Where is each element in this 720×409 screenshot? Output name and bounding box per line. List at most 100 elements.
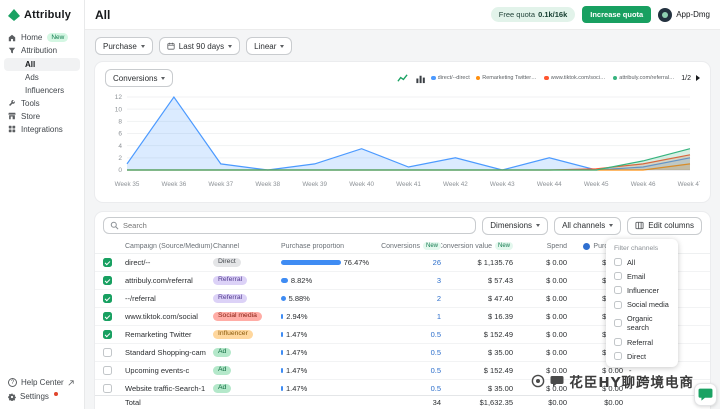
notification-dot bbox=[54, 392, 58, 396]
sidebar-item-label: Attribution bbox=[21, 46, 57, 55]
proportion-cell: 1.47% bbox=[281, 366, 379, 375]
row-checkbox[interactable] bbox=[103, 348, 112, 357]
conversion-value-cell: $ 47.40 bbox=[441, 294, 513, 303]
campaign-cell: Remarketing Twitter bbox=[125, 330, 213, 339]
channel-option-all[interactable]: All bbox=[606, 255, 678, 269]
new-badge: New bbox=[423, 242, 441, 250]
row-checkbox[interactable] bbox=[103, 312, 112, 321]
option-checkbox[interactable] bbox=[614, 338, 622, 346]
option-checkbox[interactable] bbox=[614, 352, 622, 360]
svg-text:10: 10 bbox=[115, 106, 123, 113]
bar-chart-icon[interactable] bbox=[413, 71, 427, 85]
increase-quota-button[interactable]: Increase quota bbox=[582, 6, 651, 23]
channel-badge: Ad bbox=[213, 366, 231, 376]
col-purchase-proportion[interactable]: Purchase proportion bbox=[281, 243, 379, 250]
model-select[interactable]: Linear bbox=[246, 37, 292, 55]
row-checkbox[interactable] bbox=[103, 276, 112, 285]
col-spend[interactable]: Spend bbox=[513, 243, 567, 250]
new-badge: New bbox=[495, 242, 513, 250]
col-campaign[interactable]: Campaign (Source/Medium) bbox=[125, 243, 213, 250]
proportion-cell: 1.47% bbox=[281, 330, 379, 339]
channel-filter-dropdown: Filter channels AllEmailInfluencerSocial… bbox=[606, 239, 678, 367]
dropdown-header: Filter channels bbox=[606, 243, 678, 255]
search-input[interactable] bbox=[123, 221, 469, 230]
channel-badge: Referral bbox=[213, 276, 247, 286]
legend-item[interactable]: direct/--direct bbox=[431, 75, 470, 81]
channel-option-social-media[interactable]: Social media bbox=[606, 298, 678, 312]
sidebar-item-settings[interactable]: Settings bbox=[8, 392, 76, 401]
conversion-value-cell: $ 152.49 bbox=[441, 330, 513, 339]
conversions-link[interactable]: 0.5 bbox=[431, 348, 441, 357]
edit-columns-button[interactable]: Edit columns bbox=[627, 217, 702, 235]
legend-item[interactable]: Remarketing Twitter-influencer bbox=[476, 75, 539, 81]
channels-select[interactable]: All channels bbox=[554, 217, 621, 235]
conversions-link[interactable]: 26 bbox=[433, 258, 441, 267]
sidebar-item-store[interactable]: Store bbox=[0, 110, 84, 123]
proportion-cell: 76.47% bbox=[281, 258, 379, 267]
option-checkbox[interactable] bbox=[614, 286, 622, 294]
conversions-link[interactable]: 0.5 bbox=[431, 330, 441, 339]
option-checkbox[interactable] bbox=[614, 319, 622, 327]
row-checkbox[interactable] bbox=[103, 384, 112, 393]
sidebar-item-influencers[interactable]: Influencers bbox=[0, 84, 84, 97]
chat-bubble-button[interactable] bbox=[694, 383, 717, 406]
channel-option-organic-search[interactable]: Organic search bbox=[606, 312, 678, 335]
sidebar-item-integrations[interactable]: Integrations bbox=[0, 123, 84, 136]
new-badge: New bbox=[47, 33, 68, 42]
total-conversion-value: $1,632.35 bbox=[441, 398, 513, 407]
legend-next-icon[interactable] bbox=[696, 75, 700, 81]
account-menu[interactable]: App-Dmg bbox=[658, 8, 710, 22]
svg-text:Week 40: Week 40 bbox=[349, 181, 374, 188]
sidebar-item-attribution[interactable]: Attribution bbox=[0, 44, 84, 57]
app-logo[interactable]: Attribuly bbox=[0, 0, 84, 28]
conversion-value-cell: $ 1,135.76 bbox=[441, 258, 513, 267]
columns-icon bbox=[635, 221, 644, 230]
legend-label: www.tiktok.com/social-sm bbox=[551, 75, 607, 81]
conversion-value-cell: $ 16.39 bbox=[441, 312, 513, 321]
sidebar-item-help-center[interactable]: ? Help Center bbox=[8, 378, 76, 387]
svg-text:Week 45: Week 45 bbox=[584, 181, 609, 188]
conversions-link[interactable]: 0.5 bbox=[431, 384, 441, 393]
proportion-bar bbox=[281, 386, 283, 391]
search-box bbox=[103, 217, 476, 234]
channel-option-influencer[interactable]: Influencer bbox=[606, 283, 678, 297]
sidebar-item-home[interactable]: Home New bbox=[0, 31, 84, 44]
legend-dot-icon bbox=[476, 76, 481, 81]
row-checkbox[interactable] bbox=[103, 294, 112, 303]
campaign-cell: attribuly.com/referral bbox=[125, 276, 213, 285]
proportion-bar bbox=[281, 332, 283, 337]
dimensions-select[interactable]: Dimensions bbox=[482, 217, 548, 235]
chevron-down-icon bbox=[228, 45, 232, 48]
option-checkbox[interactable] bbox=[614, 272, 622, 280]
sidebar-item-label: Help Center bbox=[21, 378, 64, 387]
date-range-select[interactable]: Last 90 days bbox=[159, 37, 240, 55]
conversions-link[interactable]: 0.5 bbox=[431, 366, 441, 375]
row-checkbox[interactable] bbox=[103, 366, 112, 375]
chart-card: Conversions direct/--direct Remarketing T… bbox=[95, 62, 710, 202]
sidebar-item-all[interactable]: All bbox=[4, 58, 80, 71]
sidebar-item-ads[interactable]: Ads bbox=[0, 72, 84, 85]
line-chart-icon[interactable] bbox=[395, 71, 409, 85]
metric-select[interactable]: Purchase bbox=[95, 37, 153, 55]
option-checkbox[interactable] bbox=[614, 301, 622, 309]
attribution-funnel-icon bbox=[8, 47, 16, 55]
sidebar-item-tools[interactable]: Tools bbox=[0, 97, 84, 110]
campaign-cell: www.tiktok.com/social bbox=[125, 312, 213, 321]
messenger-icon bbox=[698, 387, 713, 402]
col-channel[interactable]: Channel bbox=[213, 243, 281, 250]
option-checkbox[interactable] bbox=[614, 258, 622, 266]
conversion-value-cell: $ 57.43 bbox=[441, 276, 513, 285]
row-checkbox[interactable] bbox=[103, 258, 112, 267]
sidebar-item-label: All bbox=[25, 60, 35, 69]
row-checkbox[interactable] bbox=[103, 330, 112, 339]
chart-metric-select[interactable]: Conversions bbox=[105, 69, 173, 87]
legend-item[interactable]: www.tiktok.com/social-sm bbox=[544, 75, 607, 81]
col-conversion-value[interactable]: Conversion value New bbox=[441, 242, 513, 250]
col-conversions[interactable]: Conversions New bbox=[379, 242, 441, 250]
channel-option-direct[interactable]: Direct bbox=[606, 349, 678, 363]
legend-item[interactable]: attribuly.com/referral-ref bbox=[613, 75, 676, 81]
table-total-row: Total 34 $1,632.35 $0.00 $0.00 bbox=[95, 395, 710, 409]
spend-cell: $ 0.00 bbox=[513, 258, 567, 267]
channel-option-referral[interactable]: Referral bbox=[606, 335, 678, 349]
channel-option-email[interactable]: Email bbox=[606, 269, 678, 283]
